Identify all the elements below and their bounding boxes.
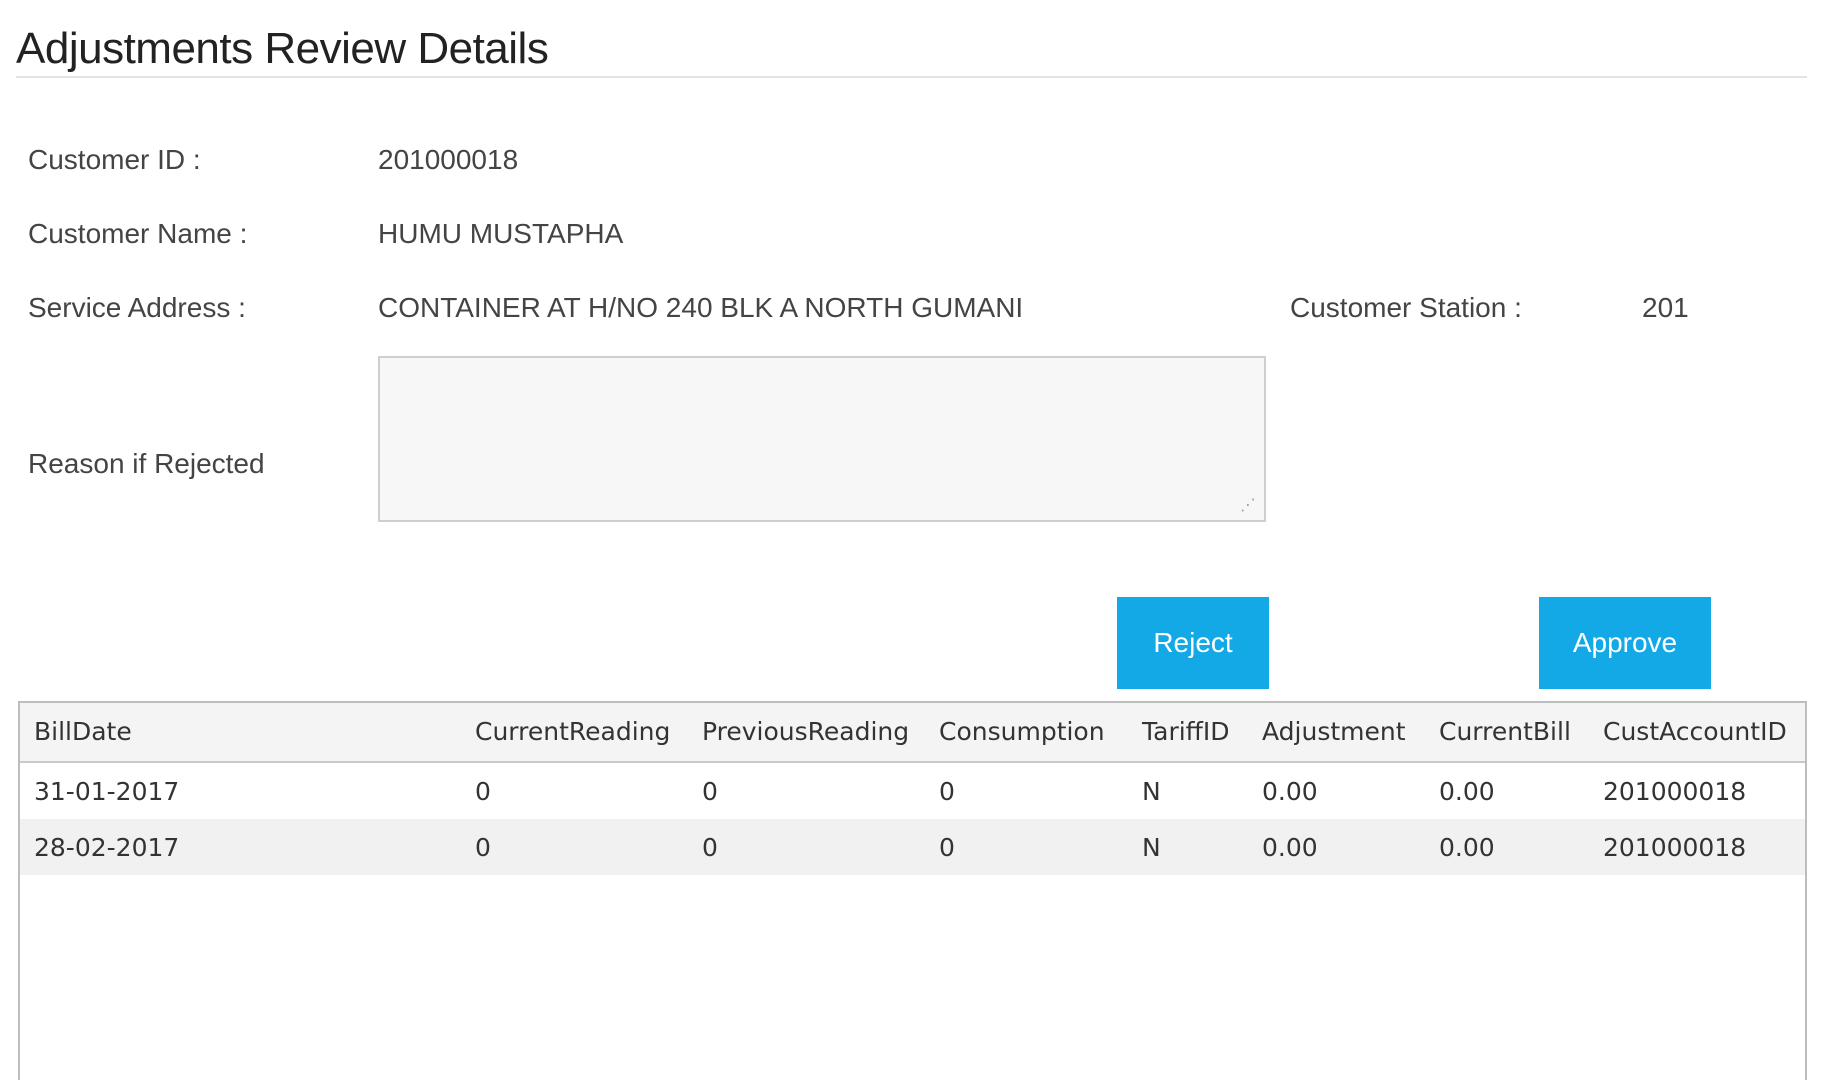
column-header-custaccountid[interactable]: CustAccountID [1603,717,1787,746]
cell-adjustment: 0.00 [1262,777,1318,806]
cell-currentbill: 0.00 [1439,833,1495,862]
title-divider [16,76,1807,78]
cell-custaccountid: 201000018 [1603,777,1747,806]
customer-name-value: HUMU MUSTAPHA [378,218,624,249]
customer-station-value: 201 [1642,292,1689,323]
column-header-billdate[interactable]: BillDate [34,717,132,746]
cell-currentbill: 0.00 [1439,777,1495,806]
cell-currentreading: 0 [475,833,491,862]
column-header-adjustment[interactable]: Adjustment [1262,717,1406,746]
column-header-consumption[interactable]: Consumption [939,717,1105,746]
cell-tariffid: N [1142,833,1161,862]
cell-previousreading: 0 [702,833,718,862]
cell-consumption: 0 [939,777,955,806]
cell-consumption: 0 [939,833,955,862]
cell-adjustment: 0.00 [1262,833,1318,862]
service-address-label: Service Address : [28,292,246,323]
approve-button[interactable]: Approve [1539,597,1711,689]
column-header-currentreading[interactable]: CurrentReading [475,717,670,746]
column-header-tariffid[interactable]: TariffID [1142,717,1230,746]
page-title: Adjustments Review Details [16,24,549,73]
cell-billdate: 28-02-2017 [34,833,180,862]
customer-name-label: Customer Name : [28,218,248,249]
cell-custaccountid: 201000018 [1603,833,1747,862]
cell-previousreading: 0 [702,777,718,806]
table-header: BillDate CurrentReading PreviousReading … [20,703,1805,763]
column-header-currentbill[interactable]: CurrentBill [1439,717,1571,746]
customer-id-value: 201000018 [378,144,519,175]
reject-button[interactable]: Reject [1117,597,1269,689]
resize-grip-icon[interactable]: ⋰ [1240,498,1256,514]
customer-id-label: Customer ID : [28,144,201,175]
reason-label: Reason if Rejected [28,448,265,479]
table-row[interactable]: 28-02-2017 0 0 0 N 0.00 0.00 201000018 [20,819,1805,875]
column-header-previousreading[interactable]: PreviousReading [702,717,909,746]
customer-station-label: Customer Station : [1290,292,1522,323]
adjustments-table: BillDate CurrentReading PreviousReading … [18,701,1807,1080]
reason-textarea[interactable] [378,356,1266,522]
cell-currentreading: 0 [475,777,491,806]
cell-billdate: 31-01-2017 [34,777,180,806]
cell-tariffid: N [1142,777,1161,806]
service-address-value: CONTAINER AT H/NO 240 BLK A NORTH GUMANI [378,292,1024,323]
table-row[interactable]: 31-01-2017 0 0 0 N 0.00 0.00 201000018 [20,763,1805,819]
